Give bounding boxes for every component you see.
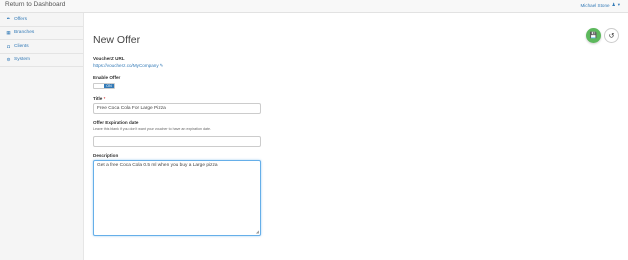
toggle-off-area [94,84,104,88]
expiration-date-input[interactable] [93,136,261,147]
expiration-hint: Leave this blank if you don't want your … [93,127,211,131]
sidebar-item-label: Branches [14,30,35,36]
return-to-dashboard-link[interactable]: Return to Dashboard [5,1,65,8]
sidebar: ✒ Offers ▦ Branches ◘ Clients ⚙ System [0,13,84,260]
toggle-on-label: ON [104,84,114,88]
required-mark: * [103,96,106,101]
title-input[interactable]: Free Coca Cola For Large Pizza [93,103,261,114]
pencil-icon[interactable]: ✎ [160,63,164,68]
title-label: Title * [93,96,105,101]
clients-icon: ◘ [7,43,10,49]
sidebar-item-label: Clients [14,43,29,49]
description-textarea[interactable]: Get a free Coca Cola 0.5 ml when you buy… [93,160,261,236]
reset-button[interactable]: ↺ [604,28,619,43]
cogs-icon: ⚙ [6,56,11,62]
main-content: New Offer 💾 ↺ VoucherZ URL https://vouch… [84,13,628,260]
save-button[interactable]: 💾 [586,28,601,43]
caret-down-icon: ▾ [617,2,620,7]
user-menu[interactable]: Michael Stone ♟ ▾ [580,2,620,8]
save-icon: 💾 [589,33,598,39]
enable-offer-toggle[interactable]: ON [93,83,115,89]
building-icon: ▦ [6,29,11,35]
resize-handle[interactable]: ◢ [256,229,259,234]
tag-icon: ✒ [6,16,11,22]
sidebar-item-offers[interactable]: ✒ Offers [0,13,83,27]
sidebar-item-label: System [14,57,30,63]
voucher-url-link[interactable]: https://voucherz.co/MyCompany✎ [93,63,163,69]
description-value: Get a free Coca Cola 0.5 ml when you buy… [97,163,218,168]
title-label-text: Title [93,96,103,101]
title-input-value: Free Coca Cola For Large Pizza [97,106,166,111]
sidebar-item-label: Offers [14,16,27,22]
user-icon: ♟ [611,2,616,7]
undo-icon: ↺ [608,32,615,40]
sidebar-item-branches[interactable]: ▦ Branches [0,27,83,40]
enable-offer-label: Enable Offer [93,75,121,80]
expiration-label: Offer Expiration date [93,120,139,125]
sidebar-item-system[interactable]: ⚙ System [0,54,83,67]
sidebar-item-clients[interactable]: ◘ Clients [0,40,83,54]
top-navbar: Return to Dashboard Michael Stone ♟ ▾ [0,0,628,13]
voucher-url-text: https://voucherz.co/MyCompany [93,63,159,68]
voucher-url-label: VoucherZ URL [93,56,125,61]
description-label: Description [93,153,119,158]
page-title: New Offer [93,34,141,46]
user-name: Michael Stone [580,2,610,8]
